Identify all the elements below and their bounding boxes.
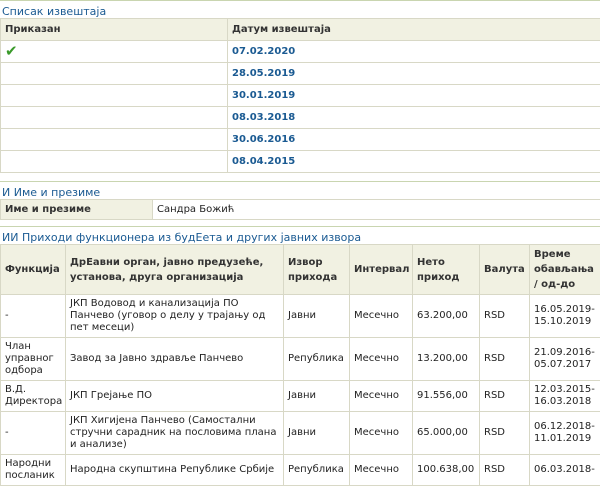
checkmark-icon: ✔	[5, 42, 18, 60]
report-date-cell: 28.05.2019	[228, 63, 600, 85]
column-header-report-date: Датум извештаја	[228, 19, 600, 41]
report-row[interactable]: 30.06.2016	[1, 129, 600, 151]
report-row[interactable]: 28.05.2019	[1, 63, 600, 85]
report-shown-cell	[1, 129, 228, 151]
report-date-cell: 08.04.2015	[228, 151, 600, 173]
income-net: 63.200,00	[413, 295, 480, 338]
income-header-row: Функција ДрЕавни орган, јавно предузеће,…	[1, 245, 600, 295]
report-date-cell: 08.03.2018	[228, 107, 600, 129]
income-organ: ЈКП Хигијена Панчево (Самостални стручни…	[66, 412, 284, 455]
income-row: - ЈКП Хигијена Панчево (Самостални струч…	[1, 412, 600, 455]
report-date-link[interactable]: 30.06.2016	[232, 134, 295, 145]
name-row: Име и презиме Сандра Божић	[1, 200, 600, 220]
name-label: Име и презиме	[1, 200, 153, 220]
reports-header-row: Приказан Датум извештаја	[1, 19, 600, 41]
report-row[interactable]: 08.03.2018	[1, 107, 600, 129]
column-header-currency: Валута	[480, 245, 530, 295]
income-interval: Месечно	[350, 381, 413, 412]
report-date-cell: 07.02.2020	[228, 41, 600, 63]
income-net: 91.556,00	[413, 381, 480, 412]
income-row: - ЈКП Водовод и канализација ПО Панчево …	[1, 295, 600, 338]
income-net: 13.200,00	[413, 338, 480, 381]
income-net: 100.638,00	[413, 455, 480, 486]
income-section-title: ИИ Приходи функционера из будЕета и друг…	[0, 226, 600, 244]
income-source: Република	[284, 338, 350, 381]
income-currency: RSD	[480, 412, 530, 455]
income-row: Народни посланик Народна скупштина Репуб…	[1, 455, 600, 486]
report-row[interactable]: ✔ 07.02.2020	[1, 41, 600, 63]
income-function: Члан управног одбора	[1, 338, 66, 381]
column-header-function: Функција	[1, 245, 66, 295]
column-header-shown: Приказан	[1, 19, 228, 41]
income-source: Јавни	[284, 412, 350, 455]
report-date-cell: 30.06.2016	[228, 129, 600, 151]
income-organ: ЈКП Водовод и канализација ПО Панчево (у…	[66, 295, 284, 338]
income-interval: Месечно	[350, 455, 413, 486]
report-date-link[interactable]: 08.03.2018	[232, 112, 295, 123]
reports-table: Приказан Датум извештаја ✔ 07.02.2020 28…	[0, 18, 600, 173]
income-period: 12.03.2015-16.03.2018	[530, 381, 600, 412]
income-row: Члан управног одбора Завод за Јавно здра…	[1, 338, 600, 381]
report-shown-cell	[1, 151, 228, 173]
column-header-interval: Интервал	[350, 245, 413, 295]
income-currency: RSD	[480, 338, 530, 381]
income-function: В.Д. Директора	[1, 381, 66, 412]
income-table: Функција ДрЕавни орган, јавно предузеће,…	[0, 244, 600, 486]
income-function: -	[1, 412, 66, 455]
income-organ: ЈКП Грејање ПО	[66, 381, 284, 412]
report-date-link[interactable]: 07.02.2020	[232, 46, 295, 57]
report-shown-cell	[1, 63, 228, 85]
column-header-source: Извор прихода	[284, 245, 350, 295]
income-period: 06.03.2018-	[530, 455, 600, 486]
income-currency: RSD	[480, 381, 530, 412]
income-net: 65.000,00	[413, 412, 480, 455]
income-row: В.Д. Директора ЈКП Грејање ПО Јавни Месе…	[1, 381, 600, 412]
report-row[interactable]: 30.01.2019	[1, 85, 600, 107]
income-function: Народни посланик	[1, 455, 66, 486]
report-shown-cell	[1, 107, 228, 129]
income-function: -	[1, 295, 66, 338]
report-date-link[interactable]: 08.04.2015	[232, 156, 295, 167]
column-header-organ: ДрЕавни орган, јавно предузеће, установа…	[66, 245, 284, 295]
income-currency: RSD	[480, 295, 530, 338]
report-row[interactable]: 08.04.2015	[1, 151, 600, 173]
column-header-period: Време обављања / од-до	[530, 245, 600, 295]
income-source: Јавни	[284, 295, 350, 338]
income-organ: Народна скупштина Републике Србије	[66, 455, 284, 486]
income-interval: Месечно	[350, 295, 413, 338]
income-interval: Месечно	[350, 412, 413, 455]
income-source: Република	[284, 455, 350, 486]
name-table: Име и презиме Сандра Божић	[0, 199, 600, 220]
column-header-net-income: Нето приход	[413, 245, 480, 295]
income-period: 06.12.2018-11.01.2019	[530, 412, 600, 455]
income-period: 16.05.2019-15.10.2019	[530, 295, 600, 338]
report-date-link[interactable]: 28.05.2019	[232, 68, 295, 79]
income-currency: RSD	[480, 455, 530, 486]
report-date-cell: 30.01.2019	[228, 85, 600, 107]
name-section-title: И Име и презиме	[0, 181, 600, 199]
income-period: 21.09.2016-05.07.2017	[530, 338, 600, 381]
report-shown-cell: ✔	[1, 41, 228, 63]
report-shown-cell	[1, 85, 228, 107]
report-date-link[interactable]: 30.01.2019	[232, 90, 295, 101]
reports-section-title: Списак извештаја	[0, 0, 600, 18]
income-organ: Завод за Јавно здравље Панчево	[66, 338, 284, 381]
name-value: Сандра Божић	[153, 200, 600, 220]
income-source: Јавни	[284, 381, 350, 412]
income-interval: Месечно	[350, 338, 413, 381]
section-spacer	[0, 173, 600, 181]
